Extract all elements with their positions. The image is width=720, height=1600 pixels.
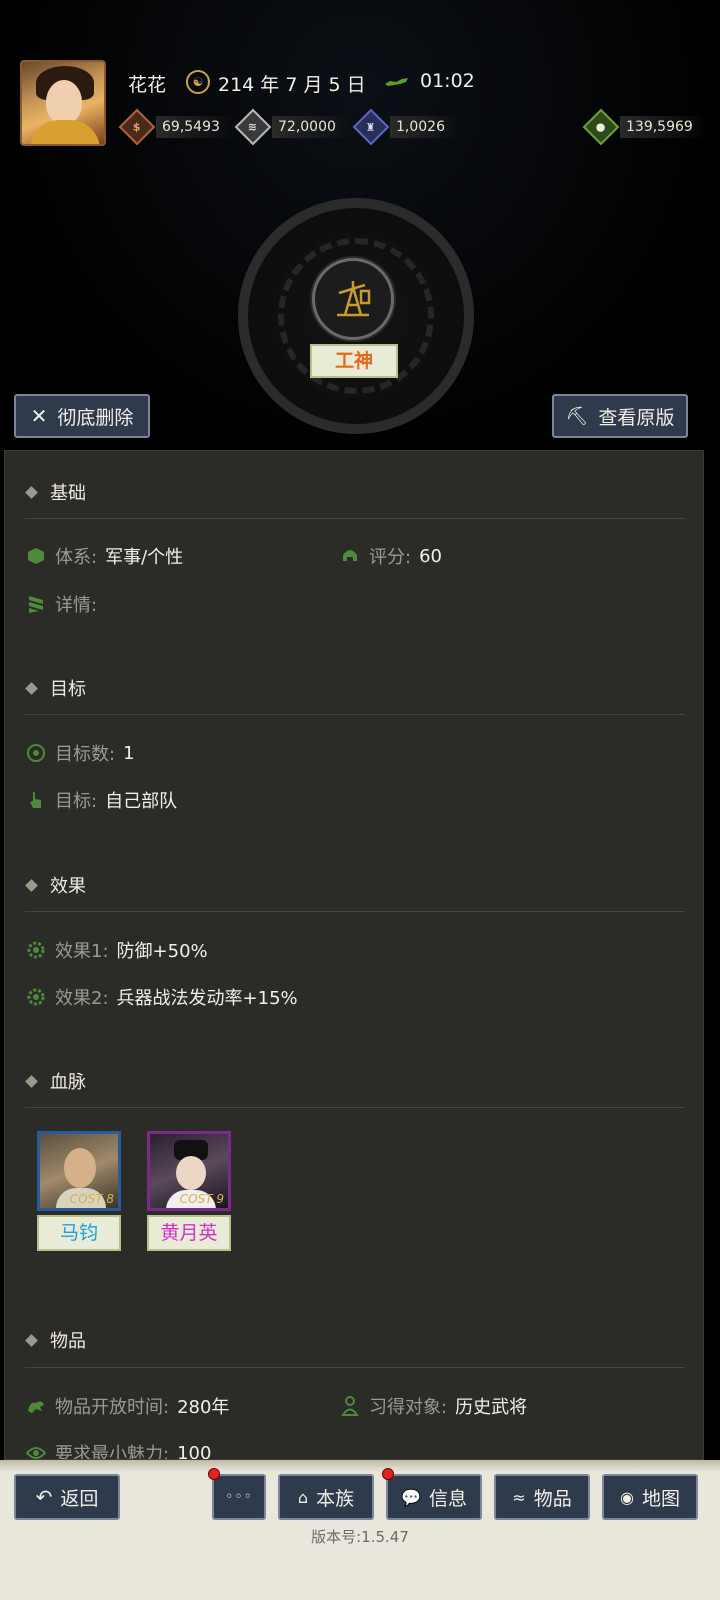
field-min-charm: 要求最小魅力: 100	[25, 1440, 211, 1459]
section-effect-title: 效果	[25, 872, 86, 898]
undo-arrow-icon: ↶	[35, 1485, 53, 1509]
scroll-icon	[25, 593, 47, 615]
target-icon	[25, 742, 47, 764]
close-icon: ✕	[30, 404, 48, 428]
soldier-icon: ♜	[352, 108, 390, 146]
version-label: 版本号:1.5.47	[311, 1528, 409, 1546]
game-time: 01:02	[420, 70, 475, 92]
divider	[25, 1367, 685, 1368]
more-icon: ◦◦◦	[225, 1489, 253, 1505]
field-target: 目标: 自己部队	[25, 787, 177, 813]
diamond-bullet-icon	[25, 681, 38, 695]
clan-button[interactable]: ⌂ 本族	[278, 1474, 374, 1520]
field-system: 体系: 军事/个性	[25, 543, 183, 569]
eye-icon	[25, 1442, 47, 1459]
field-target-count: 目标数: 1	[25, 740, 135, 766]
hero-card[interactable]: COST 8 马钧	[37, 1131, 121, 1251]
field-effect-2: 效果2: 兵器战法发动率+15%	[25, 984, 298, 1010]
section-basic-title: 基础	[25, 479, 86, 505]
chat-icon: 💬	[401, 1487, 421, 1507]
dragon-icon: ≈	[512, 1487, 526, 1507]
resource-coin[interactable]: $ 69,5493	[118, 108, 234, 146]
more-button[interactable]: ◦◦◦	[212, 1474, 266, 1520]
grain-icon: ≋	[234, 108, 272, 146]
items-button[interactable]: ≈ 物品	[494, 1474, 590, 1520]
calendar-icon: ☯	[186, 70, 210, 94]
cube-icon	[25, 545, 47, 567]
helmet-icon	[339, 545, 361, 567]
resource-grain[interactable]: ≋ 72,0000	[234, 108, 350, 146]
field-score: 评分: 60	[339, 543, 442, 569]
bottom-nav-bar: ↶ 返回 ◦◦◦ ⌂ 本族 💬 信息 ≈ 物品 ◉ 地图 版本号:1.5.47	[0, 1460, 720, 1600]
section-bloodline-title: 血脉	[25, 1068, 86, 1094]
notification-dot	[208, 1468, 220, 1480]
divider	[25, 911, 685, 912]
money-bag-icon: ●	[582, 108, 620, 146]
diamond-bullet-icon	[25, 1333, 38, 1347]
divider	[25, 518, 685, 519]
diamond-bullet-icon	[25, 485, 38, 499]
hero-portrait: COST 8	[37, 1131, 121, 1211]
field-open-time: 物品开放时间: 280年	[25, 1393, 229, 1419]
skill-name-badge: 工神	[310, 344, 398, 378]
notification-dot	[382, 1468, 394, 1480]
oil-derrick-icon	[312, 258, 394, 340]
resource-soldier[interactable]: ♜ 1,0026	[352, 108, 459, 146]
hero-card[interactable]: COST 9 黄月英	[147, 1131, 231, 1251]
resource-money[interactable]: ● 139,5969	[582, 108, 707, 146]
divider	[25, 714, 685, 715]
house-icon: ⌂	[297, 1487, 309, 1507]
horse-icon	[385, 78, 408, 86]
header: 花花 ☯ 214 年 7 月 5 日 01:02 $ 69,5493 ≋ 72,…	[0, 0, 720, 460]
coin-icon: $	[118, 108, 156, 146]
game-date: 214 年 7 月 5 日	[218, 74, 366, 96]
field-learner: 习得对象: 历史武将	[339, 1393, 527, 1419]
player-avatar[interactable]	[20, 60, 106, 146]
field-effect-1: 效果1: 防御+50%	[25, 937, 208, 963]
back-button[interactable]: ↶ 返回	[14, 1474, 120, 1520]
gear-icon	[25, 986, 47, 1008]
view-original-button[interactable]: ⛏ 查看原版	[552, 394, 688, 438]
delete-button[interactable]: ✕ 彻底删除	[14, 394, 150, 438]
map-button[interactable]: ◉ 地图	[602, 1474, 698, 1520]
player-name: 花花	[128, 74, 167, 96]
hero-portrait: COST 9	[147, 1131, 231, 1211]
dragon-icon	[25, 1395, 47, 1417]
info-button[interactable]: 💬 信息	[386, 1474, 482, 1520]
person-icon	[339, 1395, 361, 1417]
skill-detail-panel[interactable]: 基础 体系: 军事/个性 评分: 60 详情: 目标 目标数: 1 目标: 自己…	[4, 450, 704, 1460]
hero-name: 马钧	[37, 1215, 121, 1251]
section-item-title: 物品	[25, 1327, 86, 1353]
gear-icon	[25, 939, 47, 961]
oil-derrick-icon: ⛏	[565, 405, 589, 427]
field-details: 详情:	[25, 591, 97, 617]
hand-pointer-icon	[25, 789, 47, 811]
diamond-bullet-icon	[25, 878, 38, 892]
hero-name: 黄月英	[147, 1215, 231, 1251]
globe-icon: ◉	[620, 1487, 634, 1507]
section-target-title: 目标	[25, 675, 86, 701]
diamond-bullet-icon	[25, 1074, 38, 1088]
divider	[25, 1107, 685, 1108]
